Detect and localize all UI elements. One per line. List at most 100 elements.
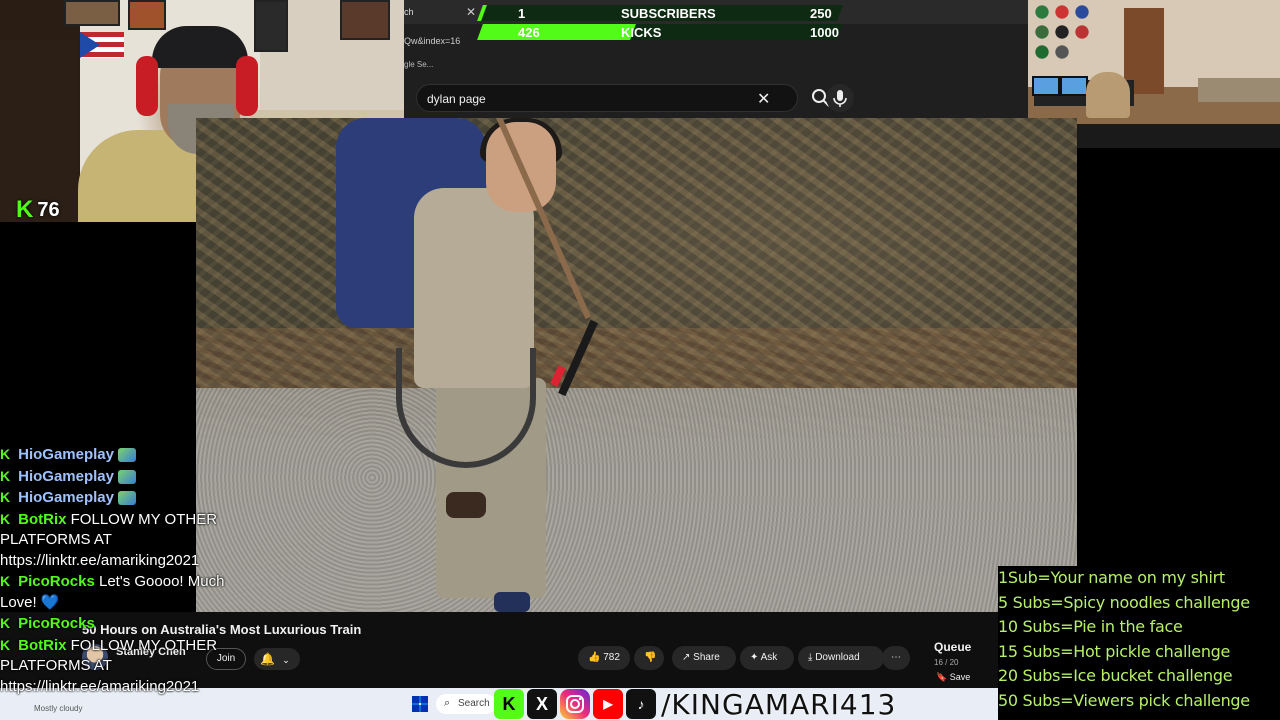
hiker-boot	[446, 492, 486, 518]
queue-save-button[interactable]: 🔖 Save	[936, 672, 970, 683]
kicks-current: 426	[518, 25, 540, 40]
sub-goal-item: 15 Subs=Hot pickle challenge	[998, 641, 1231, 661]
subscribers-current: 1	[518, 6, 526, 21]
windows-start-icon[interactable]	[412, 696, 428, 712]
bookmark-fragment[interactable]: gle Se...	[404, 60, 433, 69]
chat-message: K HioGameplay	[0, 487, 260, 509]
kick-badge-icon: K	[0, 636, 11, 653]
youtube-search-input[interactable]: dylan page ✕	[416, 84, 798, 112]
chat-username: PicoRocks	[18, 573, 95, 590]
sub-goal-item: 20 Subs=Ice bucket challenge	[998, 666, 1233, 685]
kick-badge-icon: K	[0, 510, 11, 527]
chevron-down-icon: ⌄	[282, 655, 290, 665]
clear-search-icon[interactable]: ✕	[757, 89, 770, 109]
emote-icon	[118, 448, 136, 463]
save-label: Save	[949, 672, 971, 682]
instagram-logo-icon	[560, 689, 590, 719]
share-button[interactable]: ↗ Share	[672, 646, 736, 670]
instagram-glyph-icon	[566, 695, 584, 713]
sub-goal-item: 50 Subs=Viewers pick challenge	[998, 690, 1250, 710]
blue-heart-icon: 💙	[40, 593, 60, 611]
viewer-count-value: 76	[37, 198, 60, 221]
queue-title: Queue	[934, 640, 972, 654]
like-count: 782	[603, 652, 620, 663]
kick-logo-icon: K	[494, 689, 524, 719]
wall-picture	[254, 0, 288, 52]
kicks-goal: 426 KICKS 1000	[460, 23, 843, 41]
chat-message: K PicoRocks Let's Goooo! Much Love! 💙	[0, 571, 260, 613]
kick-badge-icon: K	[0, 489, 11, 505]
kick-badge-icon: K	[0, 467, 11, 484]
youtube-logo-icon: ▶	[593, 689, 623, 719]
ask-button[interactable]: ✦ Ask	[740, 646, 794, 670]
tiktok-logo-icon: ♪	[626, 689, 656, 719]
chat-message: K PicoRocks	[0, 613, 260, 635]
download-icon: ⤓	[808, 652, 813, 663]
video-player[interactable]	[196, 118, 1077, 612]
gravel-path	[196, 388, 1077, 612]
hat-wall	[1032, 2, 1092, 62]
kick-logo-icon: K	[16, 196, 34, 222]
sparkle-icon: ✦	[750, 652, 759, 663]
chat-message: K HioGameplay	[0, 466, 260, 488]
microphone-icon[interactable]	[826, 84, 854, 112]
queue-count: 16 / 20	[934, 658, 959, 667]
like-button[interactable]: 👍 782	[578, 646, 630, 670]
subscribers-goal: 1 SUBSCRIBERS 250	[460, 4, 843, 22]
kicks-goal-fill	[477, 24, 637, 40]
headset-left-cup	[136, 56, 158, 116]
chat-username: HioGameplay	[18, 489, 114, 506]
emote-icon	[118, 469, 136, 484]
chat-message: K BotRix FOLLOW MY OTHER PLATFORMS AT htt…	[0, 509, 260, 572]
search-query-text[interactable]: dylan page	[427, 92, 486, 106]
chat-message: K HioGameplay	[0, 444, 260, 466]
kick-badge-icon: K	[0, 573, 11, 589]
stream-goals-overlay: 1 SUBSCRIBERS 250 426 KICKS 1000	[404, 0, 843, 44]
x-logo-icon: X	[527, 689, 557, 719]
streamer-from-behind	[1086, 72, 1130, 118]
bed	[1198, 78, 1280, 102]
chat-username: BotRix	[18, 510, 67, 528]
bell-icon: 🔔	[260, 652, 275, 666]
wall-picture	[340, 0, 390, 40]
kick-badge-icon: K	[0, 446, 11, 462]
kick-badge-icon: K	[0, 615, 11, 631]
monitor	[1032, 76, 1060, 96]
chat-username: BotRix	[18, 636, 67, 654]
thumbs-down-icon: 👎	[644, 652, 657, 663]
social-handles-banner: K X ▶ ♪ /KINGAMARI413	[494, 688, 910, 720]
share-label: Share	[693, 652, 720, 663]
more-actions-icon[interactable]: ⋯	[882, 646, 910, 670]
download-button[interactable]: ⤓ Download	[798, 646, 884, 670]
chat-username: HioGameplay	[18, 446, 114, 463]
kick-chat-overlay: K HioGameplay K HioGameplay K HioGameplay K…	[0, 444, 260, 697]
sub-goal-item: 1Sub=Your name on my shirt	[998, 568, 1225, 587]
dresser	[0, 40, 78, 222]
subscribers-label: SUBSCRIBERS	[621, 6, 716, 21]
kick-viewer-count: K 76	[16, 196, 60, 222]
kicks-target: 1000	[810, 25, 839, 40]
kicks-label: KICKS	[621, 25, 662, 40]
bookmark-icon: 🔖	[936, 672, 948, 682]
thumbs-up-icon: 👍	[588, 652, 601, 663]
chat-username: HioGameplay	[18, 467, 114, 485]
dislike-button[interactable]: 👎	[634, 646, 664, 670]
weather-widget[interactable]: Mostly cloudy	[34, 704, 82, 713]
sub-goals-panel: 1Sub=Your name on my shirt 5 Subs=Spicy …	[998, 566, 1280, 720]
social-handle: /KINGAMARI413	[661, 687, 897, 720]
streamer-durag	[152, 26, 248, 68]
share-icon: ↗	[682, 652, 691, 663]
ask-label: Ask	[760, 652, 778, 663]
sub-goal-item: 10 Subs=Pie in the face	[998, 617, 1183, 636]
hiker-boot	[494, 592, 530, 612]
subscribers-target: 250	[810, 6, 832, 21]
chat-message: K BotRix FOLLOW MY OTHER PLATFORMS AT htt…	[0, 635, 260, 698]
headset-right-cup	[236, 56, 258, 116]
emote-icon	[118, 491, 136, 506]
puerto-rico-flag	[80, 32, 124, 58]
queue-panel[interactable]: Queue 16 / 20 🔖 Save	[928, 640, 998, 690]
wall-picture	[128, 0, 166, 30]
download-label: Download	[815, 652, 860, 663]
wall-picture	[64, 0, 120, 26]
subscribed-bell-button[interactable]: 🔔 ⌄	[254, 648, 300, 670]
